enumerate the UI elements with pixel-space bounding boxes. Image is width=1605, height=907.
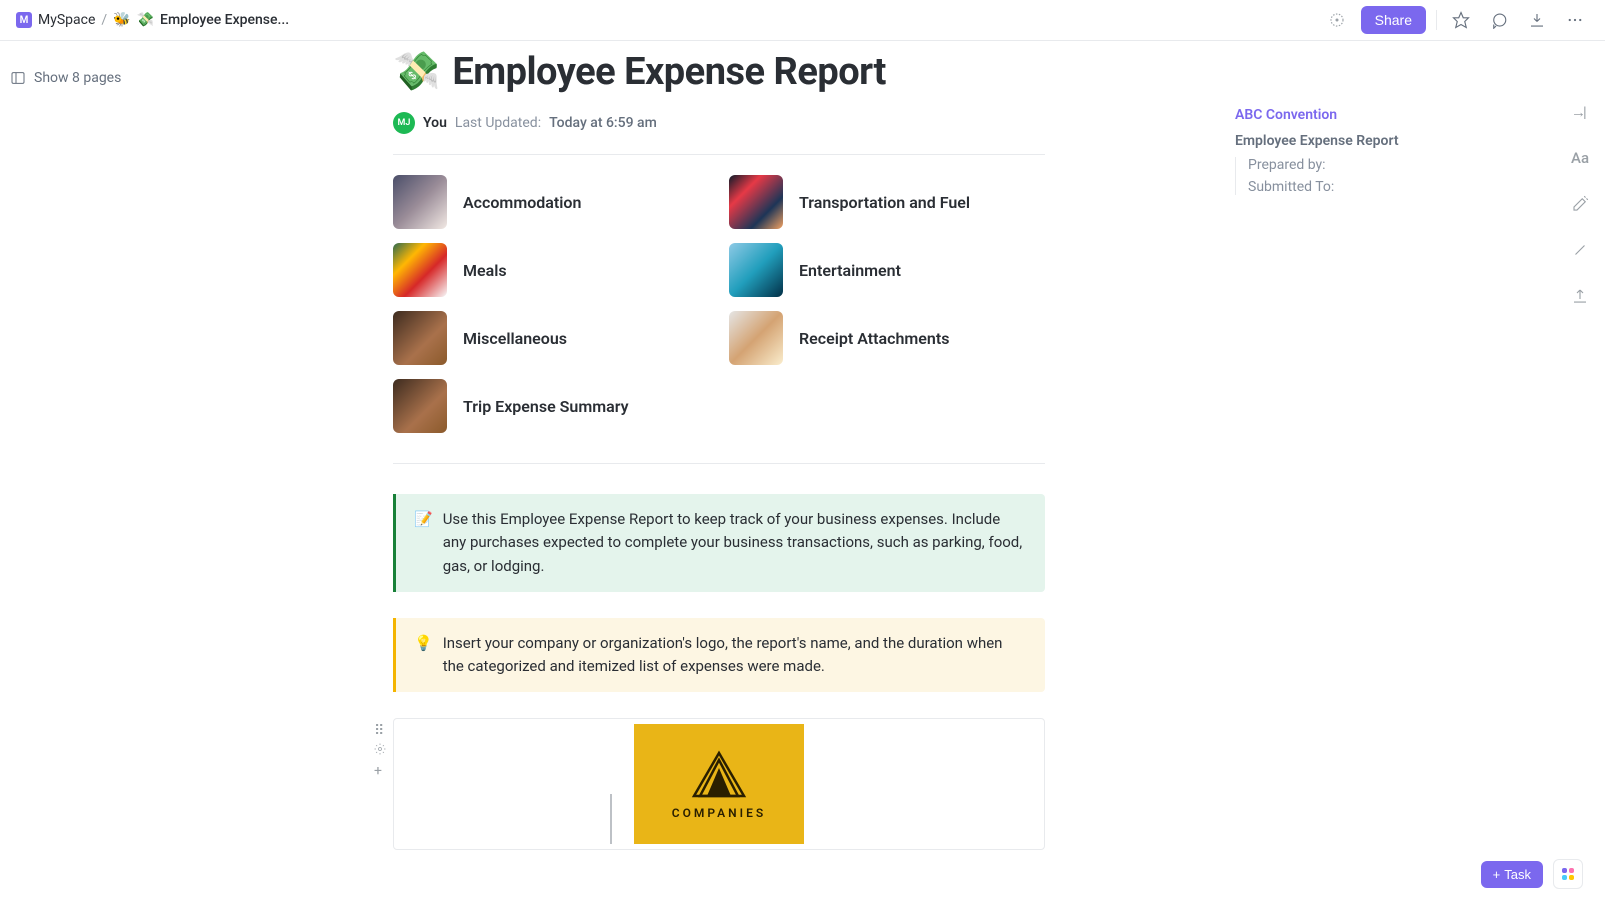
outline-heading-active[interactable]: ABC Convention xyxy=(1235,107,1430,123)
thumbnail xyxy=(729,175,783,229)
ai-edit-icon[interactable] xyxy=(1571,195,1591,215)
share-button[interactable]: Share xyxy=(1361,6,1426,34)
new-task-button[interactable]: + Task xyxy=(1481,861,1543,888)
comment-icon[interactable] xyxy=(1485,6,1513,34)
workspace-badge[interactable]: M xyxy=(16,12,32,28)
thumbnail xyxy=(393,311,447,365)
show-pages-toggle[interactable]: Show 8 pages xyxy=(10,70,121,86)
breadcrumb-title[interactable]: Employee Expense... xyxy=(160,12,289,28)
thumbnail xyxy=(729,243,783,297)
callout-info[interactable]: 📝 Use this Employee Expense Report to ke… xyxy=(393,494,1045,592)
subpage-card-miscellaneous[interactable]: Miscellaneous xyxy=(393,311,709,365)
thumbnail xyxy=(393,175,447,229)
card-title: Receipt Attachments xyxy=(799,329,949,348)
page-outline: ABC Convention Employee Expense Report P… xyxy=(1235,107,1430,201)
card-title: Transportation and Fuel xyxy=(799,193,970,212)
separator xyxy=(1436,10,1437,30)
card-title: Entertainment xyxy=(799,261,901,280)
cursor-indicator xyxy=(610,794,612,844)
callout-text: Use this Employee Expense Report to keep… xyxy=(443,508,1027,578)
plus-icon: + xyxy=(1493,867,1501,882)
magic-wand-icon[interactable] xyxy=(1571,241,1591,261)
card-title: Trip Expense Summary xyxy=(463,397,629,416)
subpage-card-transportation[interactable]: Transportation and Fuel xyxy=(729,175,1045,229)
target-icon[interactable] xyxy=(1323,6,1351,34)
page-emoji[interactable]: 💸 xyxy=(393,50,440,94)
author-label: You xyxy=(423,115,447,131)
last-updated-time: Today at 6:59 am xyxy=(549,115,657,131)
right-rail: →| Aa xyxy=(1571,103,1591,307)
thumbnail xyxy=(393,379,447,433)
subpage-card-entertainment[interactable]: Entertainment xyxy=(729,243,1045,297)
page-header: 💸 Employee Expense Report xyxy=(393,50,1045,94)
subpage-card-summary[interactable]: Trip Expense Summary xyxy=(393,379,709,433)
topbar: M MySpace / 🐝 💸 Employee Expense... Shar… xyxy=(0,0,1605,41)
topbar-actions: Share xyxy=(1323,6,1589,34)
export-icon[interactable] xyxy=(1571,287,1591,307)
card-title: Miscellaneous xyxy=(463,329,567,348)
bottom-actions: + Task xyxy=(1481,859,1583,889)
task-label: Task xyxy=(1504,867,1531,882)
page-title[interactable]: Employee Expense Report xyxy=(452,50,886,94)
card-title: Accommodation xyxy=(463,193,581,212)
last-updated-label: Last Updated: xyxy=(455,115,541,131)
logo-block[interactable]: ⠿ + COMPANIES xyxy=(393,718,1045,850)
download-icon[interactable] xyxy=(1523,6,1551,34)
breadcrumb-separator: / xyxy=(101,12,107,28)
thumbnail xyxy=(729,311,783,365)
logo-graphic xyxy=(684,748,754,800)
thumbnail xyxy=(393,243,447,297)
main-content: 💸 Employee Expense Report MJ You Last Up… xyxy=(393,50,1045,850)
collapse-outline-icon[interactable]: →| xyxy=(1571,103,1591,123)
avatar[interactable]: MJ xyxy=(393,112,415,134)
breadcrumb-folder-emoji[interactable]: 🐝 xyxy=(113,12,130,28)
settings-icon[interactable] xyxy=(374,743,386,759)
card-title: Meals xyxy=(463,261,507,280)
outline-subitems: Prepared by: Submitted To: xyxy=(1235,157,1430,195)
more-icon[interactable] xyxy=(1561,6,1589,34)
company-logo: COMPANIES xyxy=(634,724,804,844)
drag-handle-icon[interactable]: ⠿ xyxy=(374,723,386,739)
breadcrumb-page-emoji[interactable]: 💸 xyxy=(137,12,154,28)
star-icon[interactable] xyxy=(1447,6,1475,34)
apps-grid-icon xyxy=(1562,868,1574,880)
breadcrumb: M MySpace / 🐝 💸 Employee Expense... xyxy=(16,12,289,28)
show-pages-label: Show 8 pages xyxy=(34,70,121,86)
typography-icon[interactable]: Aa xyxy=(1571,149,1591,169)
logo-text: COMPANIES xyxy=(672,806,766,820)
callout-tip[interactable]: 💡 Insert your company or organization's … xyxy=(393,618,1045,693)
subpage-card-meals[interactable]: Meals xyxy=(393,243,709,297)
block-handles: ⠿ + xyxy=(374,723,386,779)
callout-text: Insert your company or organization's lo… xyxy=(443,632,1027,679)
subpage-grid: Accommodation Transportation and Fuel Me… xyxy=(393,175,1045,464)
memo-icon: 📝 xyxy=(414,508,433,578)
breadcrumb-workspace[interactable]: MySpace xyxy=(38,12,95,28)
bulb-icon: 💡 xyxy=(414,632,433,679)
apps-button[interactable] xyxy=(1553,859,1583,889)
outline-item[interactable]: Prepared by: xyxy=(1248,157,1430,173)
meta-row: MJ You Last Updated: Today at 6:59 am xyxy=(393,112,1045,155)
subpage-card-accommodation[interactable]: Accommodation xyxy=(393,175,709,229)
outline-item[interactable]: Submitted To: xyxy=(1248,179,1430,195)
subpage-card-receipts[interactable]: Receipt Attachments xyxy=(729,311,1045,365)
outline-heading[interactable]: Employee Expense Report xyxy=(1235,133,1430,149)
panel-icon xyxy=(10,70,26,86)
add-block-icon[interactable]: + xyxy=(374,763,386,779)
